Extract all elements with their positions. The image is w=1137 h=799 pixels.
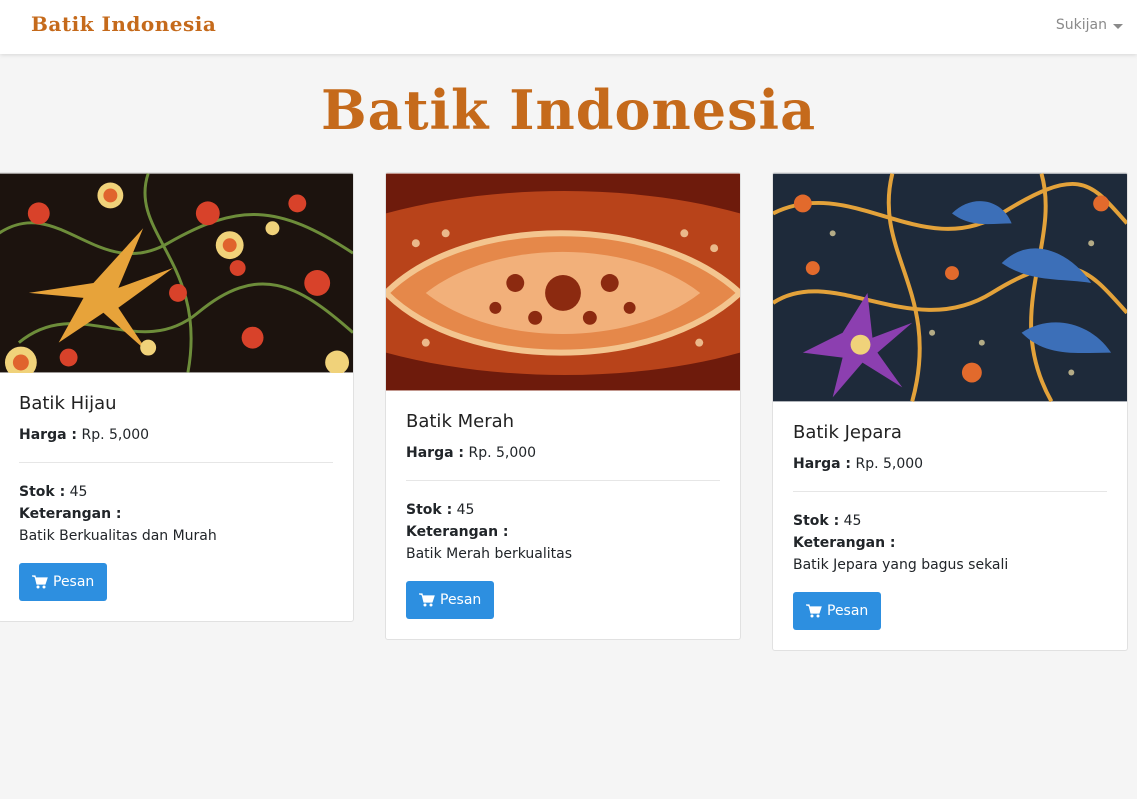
price-label: Harga : [406,445,465,461]
shopping-cart-icon [419,593,435,607]
order-button[interactable]: Pesan [406,581,495,619]
page-title: Batik Indonesia [320,78,817,142]
description-text: Batik Berkualitas dan Murah [19,528,217,544]
product-image [386,173,740,391]
order-button-label: Pesan [53,574,95,590]
product-name: Batik Hijau [19,393,117,414]
order-button-label: Pesan [827,603,869,619]
navbar: Batik Indonesia Sukijan [0,0,1137,54]
product-name: Batik Jepara [793,422,902,443]
shopping-cart-icon [32,575,48,589]
description-text: Batik Merah berkualitas [406,546,572,562]
price-label: Harga : [793,456,852,472]
shopping-cart-icon [806,604,822,618]
divider [406,480,720,481]
navbar-brand[interactable]: Batik Indonesia [31,12,216,36]
product-card: Batik Hijau Harga : Rp. 5,000 Stok : 45 … [0,172,354,622]
price-value: Rp. 5,000 [855,456,924,472]
stock-value: 45 [69,484,88,500]
user-dropdown[interactable]: Sukijan [1056,17,1123,33]
user-name: Sukijan [1055,17,1107,33]
divider [19,462,333,463]
stock-label: Stok : [793,513,840,529]
description-label: Keterangan : [406,524,509,540]
stock-label: Stok : [406,502,453,518]
price-value: Rp. 5,000 [81,427,150,443]
caret-down-icon [1113,23,1123,29]
divider [793,491,1107,492]
stock-value: 45 [843,513,862,529]
product-card: Batik Merah Harga : Rp. 5,000 Stok : 45 … [385,172,741,640]
order-button[interactable]: Pesan [793,592,882,630]
order-button-label: Pesan [440,592,482,608]
price-value: Rp. 5,000 [468,445,537,461]
product-name: Batik Merah [406,411,515,432]
price-label: Harga : [19,427,78,443]
product-image [0,173,353,373]
stock-label: Stok : [19,484,66,500]
description-text: Batik Jepara yang bagus sekali [793,557,1009,573]
description-label: Keterangan : [793,535,896,551]
description-label: Keterangan : [19,506,122,522]
product-image [773,173,1127,402]
order-button[interactable]: Pesan [19,563,108,601]
stock-value: 45 [456,502,475,518]
product-card: Batik Jepara Harga : Rp. 5,000 Stok : 45… [772,172,1128,651]
